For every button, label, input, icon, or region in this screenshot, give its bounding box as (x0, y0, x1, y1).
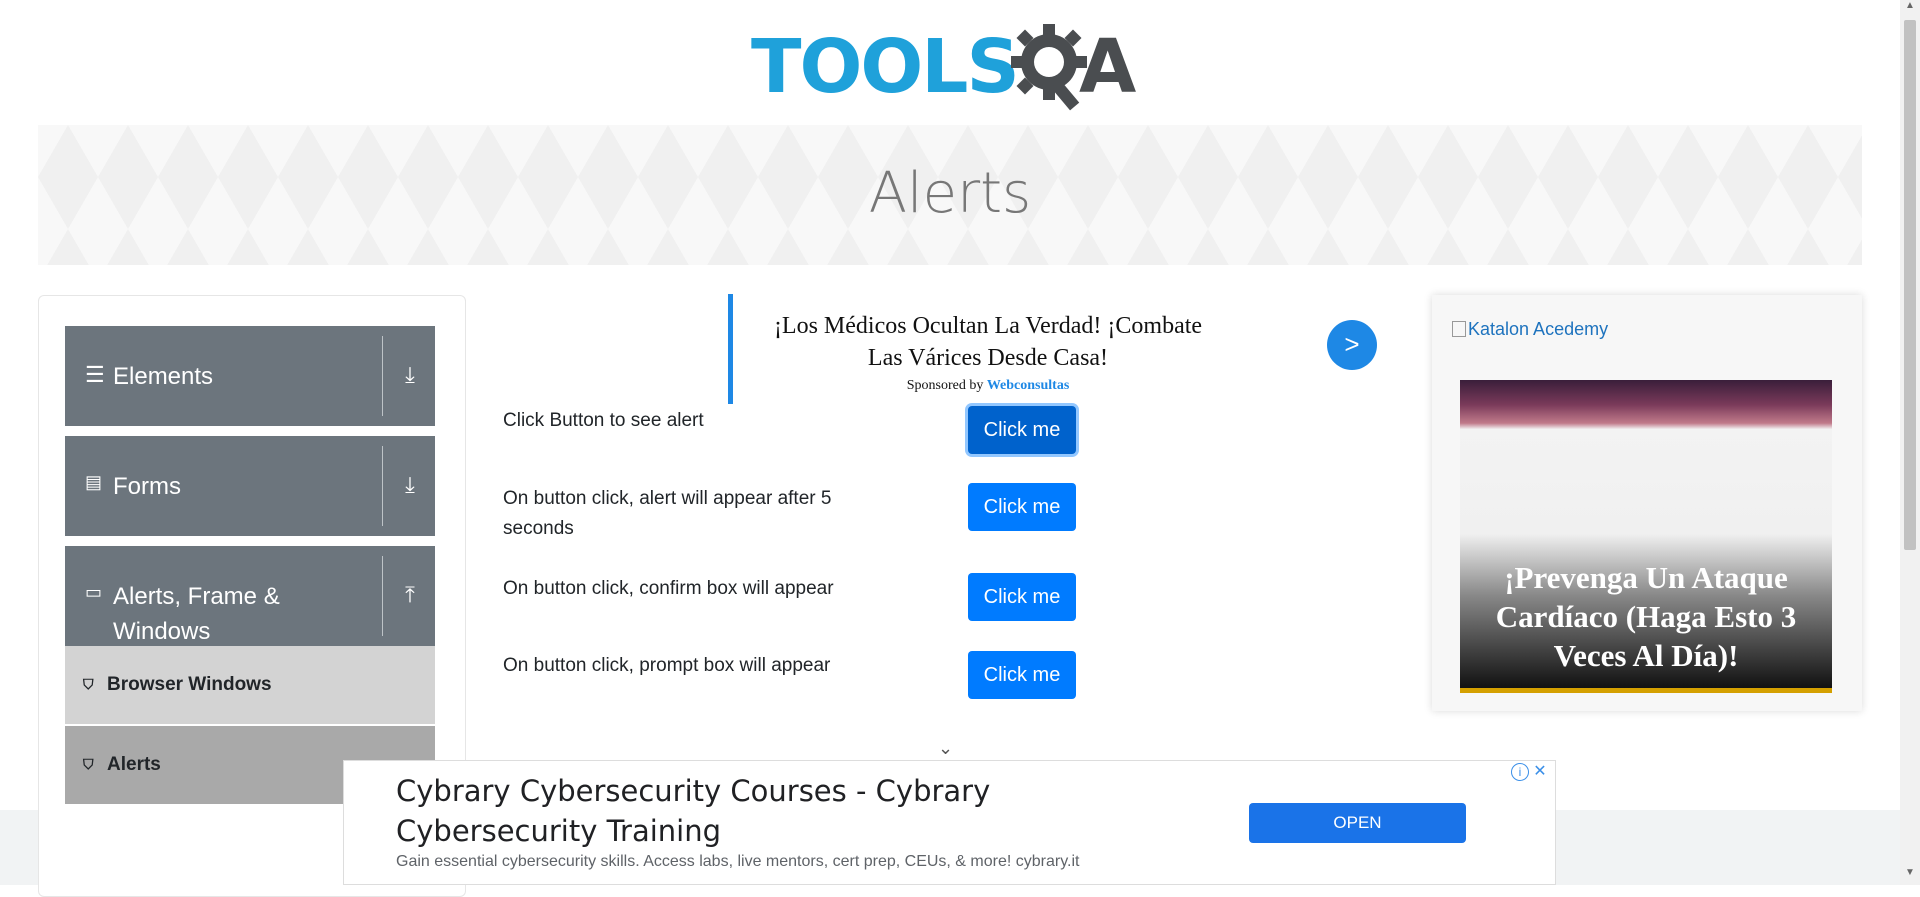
page-banner: Alerts (38, 125, 1862, 265)
scroll-up-arrow-icon[interactable]: ▲ (1900, 0, 1920, 18)
bottom-ad-description: Gain essential cybersecurity skills. Acc… (396, 853, 1080, 870)
logo-tools-text: TOOLS (751, 24, 1020, 110)
toolsqa-logo[interactable]: TOOLS A (751, 18, 1151, 114)
sidebar-ad[interactable]: Katalon Acedemy ¡Prevenga Un Ataque Card… (1432, 295, 1862, 711)
sidebar-item-label: Browser Windows (107, 674, 272, 695)
sponsored-by-label: Sponsored by (906, 378, 984, 393)
image-alt-text: Katalon Acedemy (1468, 319, 1609, 339)
group-divider (382, 336, 383, 416)
html5-icon: ⛉ (83, 676, 94, 692)
group-divider (382, 556, 383, 636)
timer-alert-row-label: On button click, alert will appear after… (503, 488, 832, 539)
ad-headline[interactable]: ¡Los Médicos Ocultan La Verdad! ¡Combate… (768, 310, 1208, 374)
close-icon[interactable]: ✕ (1531, 763, 1549, 781)
katalon-academy-image[interactable]: Katalon Acedemy (1452, 319, 1608, 340)
html5-icon: ⛉ (83, 756, 94, 772)
scrollbar-thumb[interactable] (1904, 20, 1916, 550)
logo-a-text: A (1079, 24, 1136, 110)
broken-image-icon (1452, 321, 1466, 337)
download-arrow-icon[interactable]: ⤓ (395, 362, 425, 388)
ad-next-button[interactable]: > (1327, 320, 1377, 370)
bottom-ad-title[interactable]: Cybrary Cybersecurity Courses - Cybrary … (396, 771, 1116, 851)
window-icon: ▭ (85, 582, 103, 602)
sidebar-group-label: Forms (113, 473, 181, 500)
sidebar-group-alerts-frame-windows[interactable]: ▭ Alerts, Frame & Windows ⤒ (65, 546, 435, 646)
prompt-button[interactable]: Click me (968, 651, 1076, 699)
sidebar-group-forms[interactable]: ▤ Forms ⤓ (65, 436, 435, 536)
group-divider (382, 446, 383, 526)
chevron-down-icon[interactable]: ⌄ (938, 738, 953, 759)
page-title: Alerts (868, 161, 1032, 226)
sidebar-item-browser-windows[interactable]: ⛉ Browser Windows (65, 646, 435, 724)
alert-row-label: Click Button to see alert (503, 410, 704, 431)
sidebar-item-label: Alerts (107, 754, 161, 775)
upload-arrow-icon[interactable]: ⤒ (395, 582, 425, 608)
bottom-banner-ad[interactable]: Cybrary Cybersecurity Courses - Cybrary … (343, 760, 1556, 885)
alert-button[interactable]: Click me (968, 406, 1076, 454)
hamburger-icon: ☰ (85, 362, 105, 387)
sidebar-group-elements[interactable]: ☰ Elements ⤓ (65, 326, 435, 426)
download-arrow-icon[interactable]: ⤓ (395, 472, 425, 498)
gear-magnifier-icon (1011, 24, 1087, 111)
sponsor-name[interactable]: Webconsultas (987, 378, 1069, 393)
document-icon: ▤ (85, 472, 103, 492)
sidebar-group-label: Elements (113, 363, 214, 390)
timer-alert-button[interactable]: Click me (968, 483, 1076, 531)
page-scrollbar[interactable]: ▲ ▼ (1900, 0, 1920, 885)
confirm-button[interactable]: Click me (968, 573, 1076, 621)
ad-accent-bar (728, 294, 733, 404)
prompt-row-label: On button click, prompt box will appear (503, 655, 831, 676)
scroll-down-arrow-icon[interactable]: ▼ (1900, 867, 1920, 885)
sponsored-ad-top[interactable]: ¡Los Médicos Ocultan La Verdad! ¡Combate… (728, 294, 1377, 404)
adchoices-info-icon[interactable]: i (1511, 763, 1529, 781)
ad-image[interactable]: ¡Prevenga Un Ataque Cardíaco (Haga Esto … (1460, 380, 1832, 693)
open-button[interactable]: OPEN (1249, 803, 1466, 843)
ad-sponsor-line: Sponsored by Webconsultas (768, 378, 1208, 394)
ad-image-headline: ¡Prevenga Un Ataque Cardíaco (Haga Esto … (1495, 560, 1797, 673)
confirm-row-label: On button click, confirm box will appear (503, 578, 834, 599)
sidebar-group-label: Alerts, Frame & Windows (113, 583, 280, 645)
